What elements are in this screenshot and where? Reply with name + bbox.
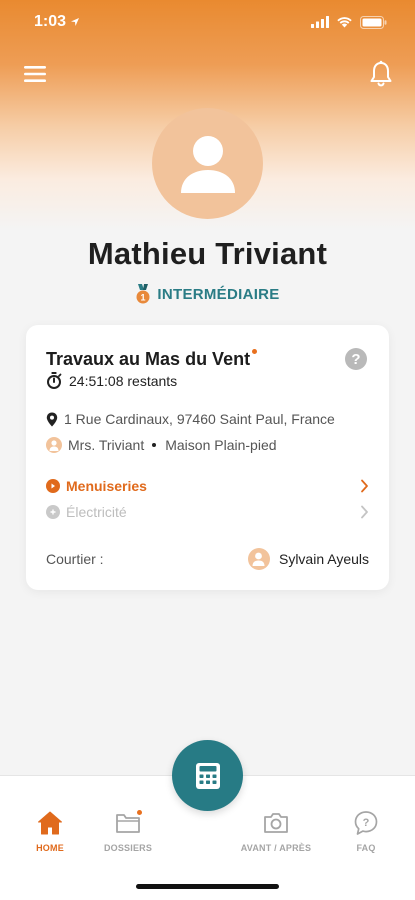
address-row: 1 Rue Cardinaux, 97460 Saint Paul, Franc… [46,411,335,427]
camera-icon [264,813,288,833]
project-title: Travaux au Mas du Vent [46,349,251,369]
question-circle-icon: ? [345,348,367,370]
svg-text:?: ? [363,817,370,829]
tab-home[interactable]: HOME [10,810,90,853]
medal-icon: 1 [136,284,150,304]
notifications-button[interactable] [365,58,397,90]
level-label: INTERMÉDIAIRE [157,285,280,303]
broker-label: Courtier : [46,551,104,567]
plus-icon [50,509,56,515]
tab-label: HOME [36,843,64,853]
unread-dot [252,349,258,354]
help-button[interactable]: ? [345,348,367,370]
status-time: 1:03 [34,13,67,30]
broker-row: Courtier : Sylvain Ayeuls [46,548,369,570]
chevron-right-icon [361,479,368,493]
level-badge: 1 INTERMÉDIAIRE [0,284,415,304]
tab-dossiers[interactable]: DOSSIERS [88,810,168,853]
location-pin-icon [46,412,58,426]
tab-faq[interactable]: ? FAQ [326,810,406,853]
hamburger-menu-icon [24,66,46,82]
trade-label: Électricité [66,504,127,520]
stopwatch-icon [47,372,62,389]
tab-label: DOSSIERS [103,843,153,853]
owner-avatar [46,437,62,453]
broker-avatar [247,548,270,570]
calculator-icon [195,762,220,789]
project-title-wrap: Travaux au Mas du Vent [46,349,258,370]
trade-item-menuiseries[interactable]: Menuiseries [46,478,369,494]
house-type: Maison Plain-pied [165,437,277,453]
battery-icon [360,15,387,29]
tab-label: AVANT / APRÈS [240,843,312,853]
svg-text:1: 1 [141,293,146,303]
timer-row: 24:51:08 restants [46,372,177,389]
menu-button[interactable] [19,58,51,90]
location-arrow-icon [71,18,80,26]
tab-label: FAQ [356,843,376,853]
user-silhouette-icon [252,552,265,566]
bell-icon [370,60,392,87]
calculator-button[interactable] [172,740,243,811]
help-bubble-icon: ? [354,811,378,835]
trade-item-electricite[interactable]: Électricité [46,504,369,520]
timer-text: 24:51:08 restants [69,372,178,389]
user-silhouette-icon [180,135,235,193]
broker-contact[interactable]: Sylvain Ayeuls [247,548,369,570]
tab-avant-apres[interactable]: AVANT / APRÈS [236,810,316,853]
svg-text:?: ? [351,351,360,368]
profile-avatar[interactable] [152,108,263,219]
owner-name: Mrs. Triviant [68,437,145,453]
user-name: Mathieu Triviant [87,236,328,271]
play-icon [51,483,55,489]
broker-name: Sylvain Ayeuls [278,551,369,567]
separator-dot [152,443,157,447]
trade-label: Menuiseries [66,478,147,494]
trade-status-icon [46,505,60,519]
folder-icon [116,814,140,833]
address-text: 1 Rue Cardinaux, 97460 Saint Paul, Franc… [64,411,335,427]
status-bar: 1:03 [0,0,415,44]
chevron-right-icon [361,505,368,519]
home-icon [38,811,62,835]
project-card[interactable]: Travaux au Mas du Vent ? 24:51:08 restan… [26,325,389,590]
trade-status-icon [46,479,60,493]
notification-dot [137,810,142,815]
wifi-icon [337,17,352,28]
user-silhouette-icon [49,439,59,451]
home-indicator [136,884,279,889]
signal-icon [311,16,329,28]
owner-row: Mrs. Triviant Maison Plain-pied [46,437,277,453]
